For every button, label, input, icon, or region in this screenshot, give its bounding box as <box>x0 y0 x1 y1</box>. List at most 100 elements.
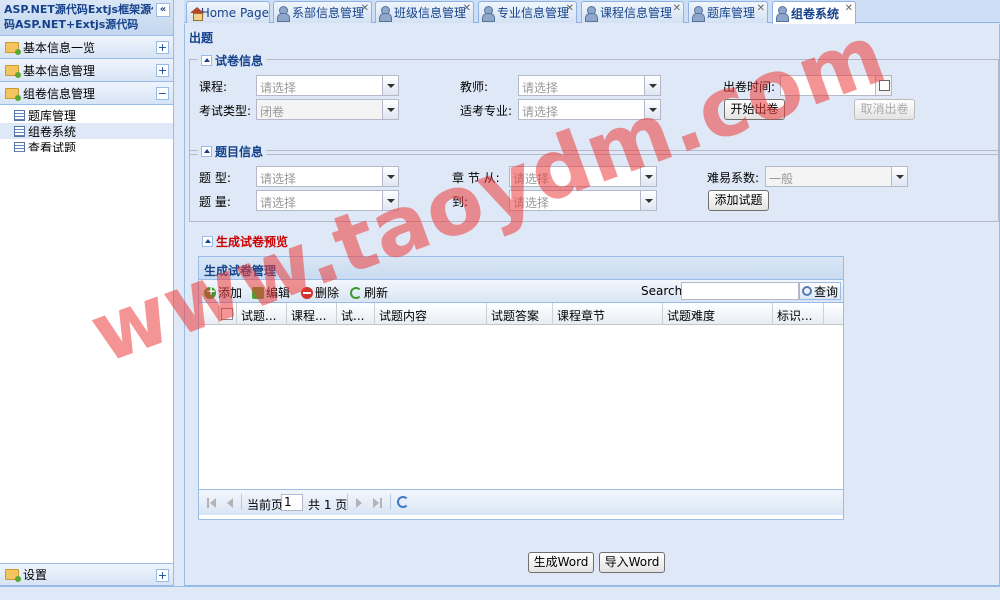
close-icon[interactable]: ✕ <box>566 3 574 14</box>
chevron-down-icon[interactable] <box>382 100 398 119</box>
chevron-down-icon[interactable] <box>382 191 398 210</box>
date-label: 出卷时间: <box>723 80 776 94</box>
chapter-to-label: 到: <box>452 195 469 209</box>
add-button[interactable]: 添加 <box>204 284 242 301</box>
question-type-select[interactable]: 请选择 <box>256 166 399 187</box>
sidebar: ASP.NET源代码Extjs框架源代 码ASP.NET+Extjs源代码 « … <box>0 0 174 600</box>
chevron-down-icon[interactable] <box>891 167 907 186</box>
difficulty-label: 难易系数: <box>707 171 760 185</box>
expand-icon[interactable]: + <box>156 64 169 77</box>
tab-home-page[interactable]: Home Page <box>186 1 270 23</box>
collapse-icon[interactable]: − <box>156 87 169 100</box>
chapter-to-select[interactable]: 请选择 <box>509 190 657 211</box>
column-header[interactable]: 试题内容 <box>375 303 487 325</box>
chevron-down-icon[interactable] <box>644 76 660 95</box>
nav-group-paper-management[interactable]: 组卷信息管理 − <box>0 82 173 105</box>
tree-item-label: 组卷系统 <box>28 124 77 139</box>
tree-item-question-bank[interactable]: 题库管理 <box>0 107 173 123</box>
expand-icon[interactable]: + <box>156 569 169 582</box>
prev-page-icon[interactable] <box>227 498 233 508</box>
tab-paper-system[interactable]: 组卷系统 ✕ <box>772 1 856 24</box>
collapse-sidebar-button[interactable]: « <box>156 3 170 17</box>
chevron-down-icon[interactable] <box>382 76 398 95</box>
last-page-icon[interactable] <box>373 498 379 508</box>
course-select[interactable]: 请选择 <box>256 75 399 96</box>
exam-type-select[interactable]: 闭卷 <box>256 99 399 120</box>
folder-icon <box>5 569 21 582</box>
separator <box>241 494 242 510</box>
chevron-down-icon[interactable] <box>644 100 660 119</box>
chevron-down-icon[interactable] <box>640 191 656 210</box>
collapse-icon[interactable] <box>201 146 212 157</box>
chevron-down-icon[interactable] <box>640 167 656 186</box>
page-number-input[interactable]: 1 <box>281 494 303 511</box>
start-paper-button[interactable]: 开始出卷 <box>724 99 785 120</box>
close-icon[interactable]: ✕ <box>463 3 471 14</box>
separator <box>390 494 391 510</box>
edit-button[interactable]: 编辑 <box>252 284 290 301</box>
close-icon[interactable]: ✕ <box>757 3 765 14</box>
refresh-button[interactable]: 刷新 <box>350 284 388 301</box>
nav-group-label: 组卷信息管理 <box>23 86 96 101</box>
delete-button[interactable]: 删除 <box>301 284 339 301</box>
column-header[interactable]: 试题难度 <box>663 303 773 325</box>
first-page-icon[interactable] <box>210 498 216 508</box>
collapse-icon[interactable] <box>202 236 213 247</box>
nav-group-settings[interactable]: 设置 + <box>0 563 173 586</box>
preview-legend[interactable]: 生成试卷预览 <box>199 233 292 250</box>
question-count-label: 题 量: <box>199 195 231 209</box>
course-select-value: 请选择 <box>260 81 297 95</box>
search-icon <box>802 286 812 296</box>
search-input[interactable] <box>681 282 799 300</box>
column-header[interactable]: 课程... <box>287 303 337 325</box>
tab-label: 系部信息管理 <box>292 6 365 20</box>
sidebar-header: ASP.NET源代码Extjs框架源代 码ASP.NET+Extjs源代码 « <box>0 0 173 36</box>
nav-group-basic-info-management[interactable]: 基本信息管理 + <box>0 59 173 82</box>
paper-info-legend[interactable]: 试卷信息 <box>198 52 267 69</box>
add-question-button[interactable]: 添加试题 <box>708 190 769 211</box>
generate-word-button[interactable]: 生成Word <box>528 552 594 573</box>
next-page-icon[interactable] <box>356 498 362 508</box>
question-type-label: 题 型: <box>199 171 231 185</box>
column-header[interactable]: 试... <box>337 303 375 325</box>
close-icon[interactable]: ✕ <box>673 3 681 14</box>
edit-icon <box>252 286 264 299</box>
select-all-header[interactable] <box>219 303 237 325</box>
exam-date-field[interactable] <box>780 75 892 96</box>
tab-label: 题库管理 <box>707 6 756 20</box>
tab-department-info[interactable]: 系部信息管理 ✕ <box>273 1 372 23</box>
nav-group-basic-info-overview[interactable]: 基本信息一览 + <box>0 36 173 59</box>
teacher-select[interactable]: 请选择 <box>518 75 661 96</box>
import-word-button[interactable]: 导入Word <box>599 552 665 573</box>
major-select[interactable]: 请选择 <box>518 99 661 120</box>
difficulty-select[interactable]: 一般 <box>765 166 908 187</box>
question-count-select[interactable]: 请选择 <box>256 190 399 211</box>
tab-question-bank[interactable]: 题库管理 ✕ <box>688 1 768 23</box>
cancel-paper-button[interactable]: 取消出卷 <box>854 99 915 120</box>
status-bar <box>0 586 1000 600</box>
close-icon[interactable]: ✕ <box>361 3 369 14</box>
column-header[interactable]: 课程章节 <box>553 303 663 325</box>
search-button[interactable]: 查询 <box>799 282 841 300</box>
question-info-legend[interactable]: 题目信息 <box>198 143 267 160</box>
exam-type-label: 考试类型: <box>199 104 252 118</box>
tree-item-paper-system[interactable]: 组卷系统 <box>0 123 173 139</box>
calendar-icon[interactable] <box>875 76 891 95</box>
tab-major-info[interactable]: 专业信息管理 ✕ <box>478 1 577 23</box>
chapter-from-select[interactable]: 请选择 <box>509 166 657 187</box>
column-header[interactable]: 标识... <box>773 303 824 325</box>
column-header[interactable]: 试题... <box>237 303 287 325</box>
select-all-checkbox[interactable] <box>221 308 233 320</box>
difficulty-select-value: 一般 <box>769 172 794 186</box>
close-icon[interactable]: ✕ <box>845 3 853 14</box>
nav-group-label: 设置 <box>23 568 48 582</box>
tab-class-info[interactable]: 班级信息管理 ✕ <box>375 1 474 23</box>
current-page-label: 当前页 <box>247 498 284 512</box>
chevron-down-icon[interactable] <box>382 167 398 186</box>
question-type-select-value: 请选择 <box>260 172 297 186</box>
column-header[interactable]: 试题答案 <box>487 303 553 325</box>
tab-course-info[interactable]: 课程信息管理 ✕ <box>581 1 684 23</box>
collapse-icon[interactable] <box>201 55 212 66</box>
expand-icon[interactable]: + <box>156 41 169 54</box>
refresh-icon[interactable] <box>397 496 409 508</box>
